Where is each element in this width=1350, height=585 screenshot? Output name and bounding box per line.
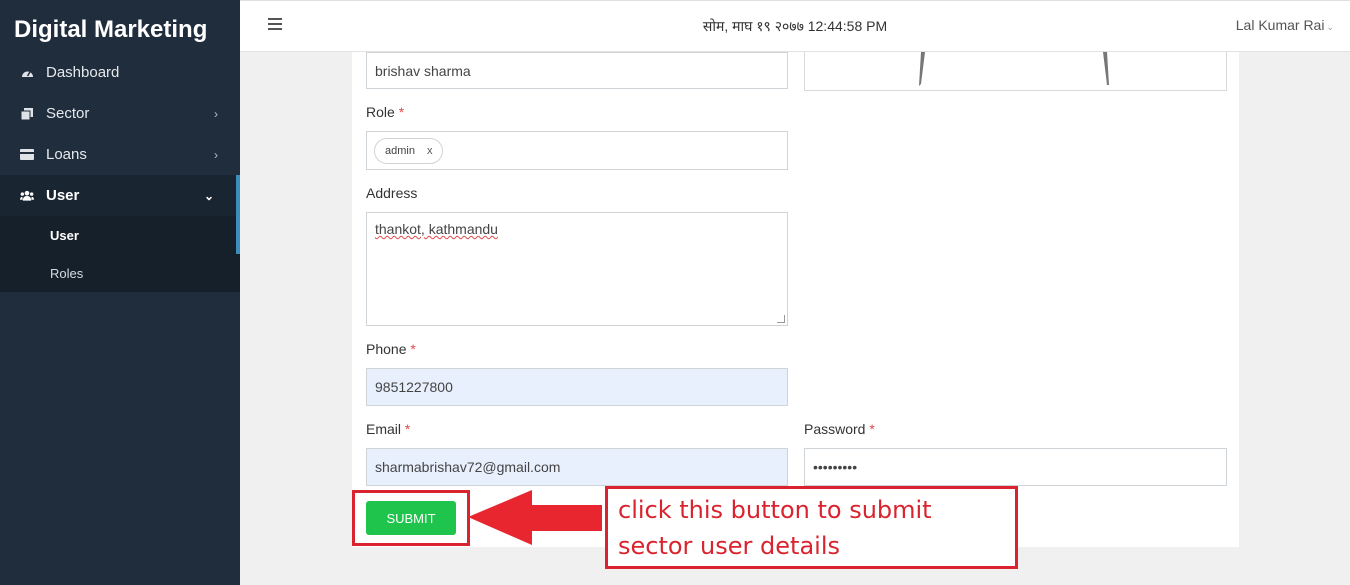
annotation-callout: click this button to submit sector user … bbox=[605, 486, 1018, 569]
role-label-text: Role bbox=[366, 104, 395, 120]
chevron-right-icon: › bbox=[214, 106, 218, 121]
topbar: सोम, माघ १९ २०७७ 12:44:58 PM Lal Kumar R… bbox=[240, 0, 1350, 52]
role-label: Role * bbox=[366, 104, 404, 120]
address-label: Address bbox=[366, 185, 418, 201]
name-field[interactable]: brishav sharma bbox=[366, 52, 788, 89]
phone-label-text: Phone bbox=[366, 341, 407, 357]
email-label-text: Email bbox=[366, 421, 402, 437]
chevron-down-icon: ⌄ bbox=[203, 188, 214, 203]
required-mark: * bbox=[404, 421, 411, 437]
image-preview-graphic bbox=[919, 52, 1109, 86]
sidebar-item-dashboard[interactable]: Dashboard bbox=[0, 52, 240, 93]
chevron-down-icon: ⌄ bbox=[1326, 22, 1334, 32]
sidebar-item-user[interactable]: User ⌄ bbox=[0, 175, 236, 216]
image-preview bbox=[804, 52, 1227, 91]
user-menu-group: User ⌄ User bbox=[0, 175, 240, 254]
address-value: thankot, kathmandu bbox=[375, 221, 498, 237]
dashboard-icon bbox=[20, 67, 34, 79]
sidebar-item-sector[interactable]: Sector › bbox=[0, 93, 240, 134]
nepali-datetime: सोम, माघ १९ २०७७ 12:44:58 PM bbox=[702, 18, 888, 34]
password-input[interactable]: ••••••••• bbox=[804, 448, 1227, 486]
role-tag-label: admin bbox=[385, 145, 415, 157]
sidebar-item-loans[interactable]: Loans › bbox=[0, 134, 240, 175]
sidebar-item-label: Dashboard bbox=[46, 64, 120, 81]
role-select[interactable]: admin x bbox=[366, 131, 788, 170]
annotation-text: click this button to submit sector user … bbox=[618, 496, 932, 560]
sidebar-item-label: Loans bbox=[46, 146, 87, 163]
phone-input[interactable]: 9851227800 bbox=[366, 368, 788, 406]
chevron-right-icon: › bbox=[214, 147, 218, 162]
resize-handle-icon[interactable] bbox=[777, 315, 785, 323]
role-tag: admin x bbox=[374, 138, 444, 164]
phone-label: Phone * bbox=[366, 341, 416, 357]
phone-value: 9851227800 bbox=[375, 379, 453, 395]
password-value: ••••••••• bbox=[813, 459, 858, 475]
annotation-arrow-icon bbox=[468, 490, 602, 545]
email-label: Email * bbox=[366, 421, 410, 437]
name-value: brishav sharma bbox=[375, 62, 471, 79]
card-icon bbox=[20, 149, 34, 161]
password-label: Password * bbox=[804, 421, 875, 437]
user-name: Lal Kumar Rai bbox=[1235, 17, 1325, 33]
email-input[interactable]: sharmabrishav72@gmail.com bbox=[366, 448, 788, 486]
sidebar-item-label: User bbox=[46, 187, 80, 204]
sidebar-subitem-roles[interactable]: Roles bbox=[0, 254, 240, 292]
address-textarea[interactable]: thankot, kathmandu bbox=[366, 212, 788, 326]
email-value: sharmabrishav72@gmail.com bbox=[375, 459, 561, 475]
remove-tag-button[interactable]: x bbox=[427, 145, 433, 157]
required-mark: * bbox=[410, 341, 416, 357]
user-dropdown[interactable]: Lal Kumar Rai ⌄ bbox=[1236, 17, 1334, 33]
required-mark: * bbox=[869, 421, 875, 437]
sidebar-subitem-user[interactable]: User bbox=[0, 216, 236, 254]
users-icon bbox=[20, 190, 34, 202]
password-label-text: Password bbox=[804, 421, 866, 437]
user-submenu-rest: Roles bbox=[0, 254, 240, 292]
annotation-highlight-box bbox=[352, 490, 470, 546]
sidebar: Digital Marketing Dashboard Sector › Loa… bbox=[0, 0, 240, 585]
brand-title[interactable]: Digital Marketing bbox=[0, 0, 240, 52]
user-form-card: brishav sharma Role * admin x Address th… bbox=[352, 52, 1239, 547]
copy-icon bbox=[20, 107, 34, 120]
required-mark: * bbox=[398, 104, 405, 120]
sidebar-item-label: Sector bbox=[46, 105, 90, 122]
